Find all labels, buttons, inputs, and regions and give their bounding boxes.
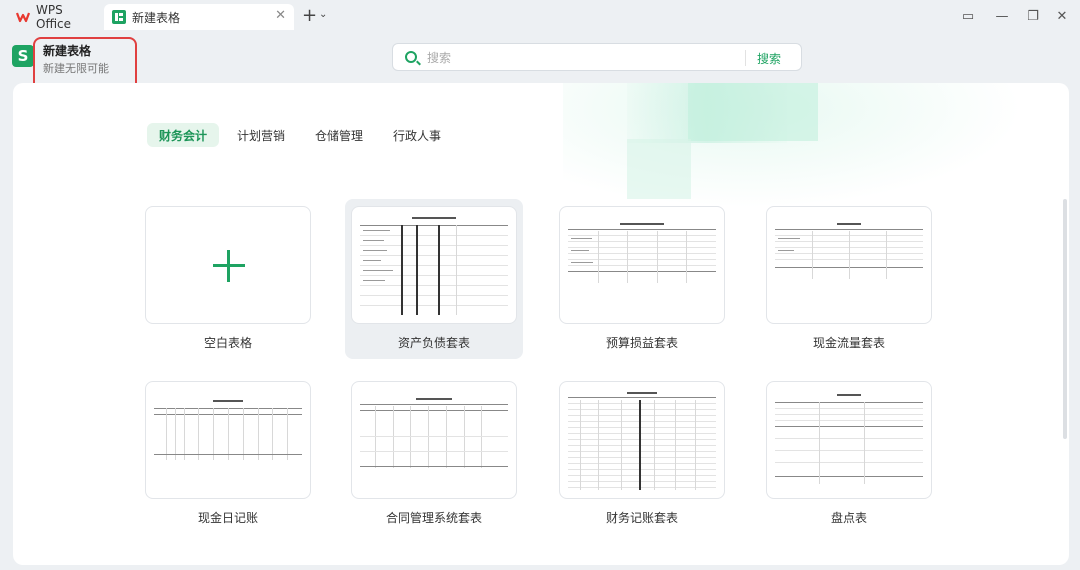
template-card-cash-flow[interactable]: 现金流量套表 [766,206,932,356]
add-tab-icon[interactable]: + [302,6,317,26]
template-thumbnail [766,206,932,324]
template-panel: 财务会计 计划营销 仓储管理 行政人事 空白表格 资产负债套表 预算损益套表 现… [13,83,1069,565]
template-thumbnail [559,381,725,499]
template-card-contract-management[interactable]: 合同管理系统套表 [351,381,517,531]
template-thumbnail [145,381,311,499]
template-label: 空白表格 [203,336,252,350]
tile-window-icon[interactable]: ▭ [958,6,978,26]
spreadsheet-icon [112,10,126,24]
plus-icon [227,250,230,282]
category-tab-warehouse[interactable]: 仓储管理 [303,123,375,147]
page-subtitle: 新建无限可能 [43,62,109,75]
search-bar: 搜索 [392,43,802,71]
template-label: 盘点表 [830,511,867,525]
template-label: 现金日记账 [197,511,258,525]
template-label: 合同管理系统套表 [385,511,482,525]
category-tab-marketing[interactable]: 计划营销 [225,123,297,147]
template-thumbnail [351,381,517,499]
template-card-blank[interactable]: 空白表格 [145,206,311,356]
background-decoration [627,139,691,199]
template-thumbnail [559,206,725,324]
background-decoration [688,83,818,141]
template-card-budget-pl[interactable]: 预算损益套表 [559,206,725,356]
template-card-inventory-count[interactable]: 盘点表 [766,381,932,531]
close-window-icon[interactable]: ✕ [1052,6,1072,26]
tab-new-spreadsheet[interactable]: 新建表格 ✕ [104,4,294,30]
category-tab-admin[interactable]: 行政人事 [381,123,453,147]
close-tab-icon[interactable]: ✕ [275,8,286,23]
template-thumbnail [145,206,311,324]
title-bar: WPS Office 新建表格 ✕ + ⌄ ▭ — ❐ ✕ [0,0,1080,32]
template-card-cash-journal[interactable]: 现金日记账 [145,381,311,531]
wps-logo-icon [16,10,30,24]
tab-label: 新建表格 [132,10,181,25]
search-icon [405,51,417,63]
category-tab-finance[interactable]: 财务会计 [147,123,220,147]
search-button[interactable]: 搜索 [757,50,781,67]
template-thumbnail [351,206,517,324]
tab-label: WPS Office [36,3,72,31]
divider [745,50,746,66]
template-thumbnail [766,381,932,499]
spreadsheet-app-icon: S [12,45,34,67]
page-title: 新建表格 [43,44,92,58]
template-card-balance-sheet[interactable]: 资产负债套表 [351,206,517,356]
category-tabs: 财务会计 计划营销 仓储管理 行政人事 [147,123,453,147]
template-label: 财务记账套表 [605,511,678,525]
restore-icon[interactable]: ❐ [1023,6,1043,26]
template-card-bookkeeping[interactable]: 财务记账套表 [559,381,725,531]
template-label: 现金流量套表 [812,336,885,350]
minimize-icon[interactable]: — [992,6,1012,26]
search-input[interactable] [427,48,727,68]
template-label: 资产负债套表 [397,336,470,350]
chevron-down-icon[interactable]: ⌄ [319,9,327,20]
template-label: 预算损益套表 [605,336,678,350]
scrollbar[interactable] [1063,199,1067,439]
tab-wps-office[interactable]: WPS Office [8,3,100,31]
